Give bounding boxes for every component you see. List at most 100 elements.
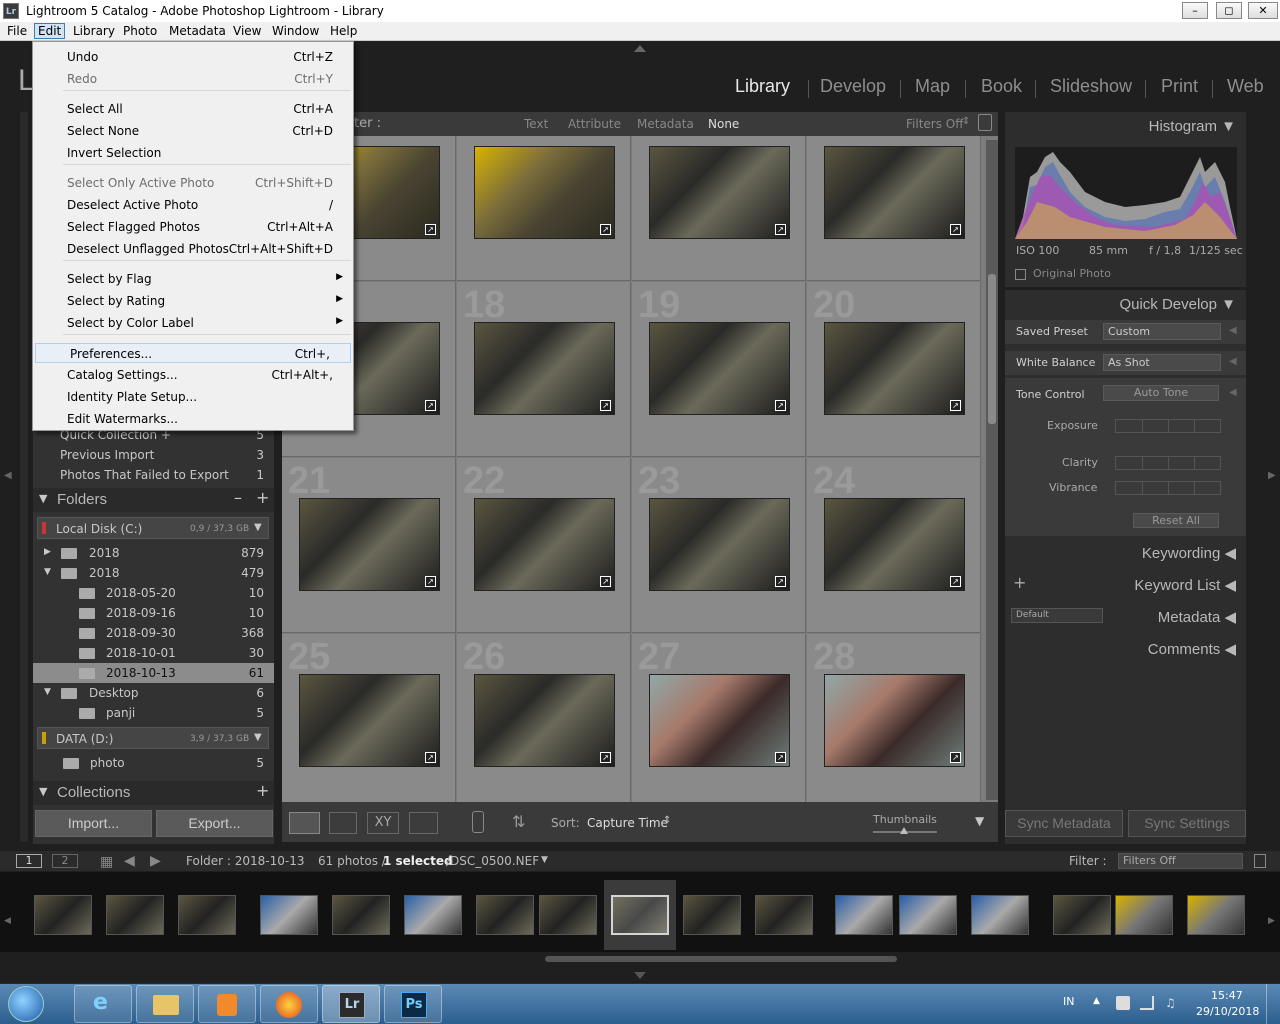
module-develop[interactable]: Develop (820, 76, 886, 97)
loupe-view-icon[interactable] (329, 812, 357, 834)
grid-view-icon[interactable] (289, 812, 320, 834)
photo-thumbnail[interactable]: ↗ (474, 146, 615, 239)
filmstrip-left-arrow-icon[interactable]: ◀ (4, 916, 11, 926)
filmstrip-filter-select[interactable]: Filters Off (1118, 853, 1243, 869)
export-button[interactable]: Export... (156, 810, 273, 837)
photo-thumbnail[interactable]: ↗ (474, 674, 615, 767)
menu-item-select-by-color-label[interactable]: Select by Color Label ▶ (33, 313, 353, 333)
grid-cell[interactable]: 27 ↗ (632, 634, 806, 809)
grid-cell[interactable]: ↗ (457, 136, 631, 281)
menu-item-redo[interactable]: Redo Ctrl+Y (33, 69, 353, 89)
menu-item-select-by-rating[interactable]: Select by Rating ▶ (33, 291, 353, 311)
painter-spray-icon[interactable] (472, 811, 484, 833)
menu-metadata[interactable]: Metadata (169, 24, 226, 38)
menu-item-deselect-active-photo[interactable]: Deselect Active Photo / (33, 195, 353, 215)
keywording-header[interactable]: Keywording ◀ (1142, 544, 1236, 562)
collapse-left-panel-icon[interactable]: ◀ (4, 470, 12, 481)
close-button[interactable]: ✕ (1248, 2, 1278, 19)
catalog-failed-export[interactable]: Photos That Failed to Export 1 (33, 465, 274, 485)
photo-thumbnail[interactable]: ↗ (299, 674, 440, 767)
menu-item-edit-watermarks[interactable]: Edit Watermarks... (33, 409, 353, 429)
white-balance-select[interactable]: As Shot (1103, 354, 1221, 371)
menu-item-deselect-unflagged-photos[interactable]: Deselect Unflagged Photos Ctrl+Alt+Shift+… (33, 239, 353, 259)
clock-date[interactable]: 29/10/2018 (1196, 1005, 1259, 1018)
filmstrip-thumbnail[interactable] (835, 895, 893, 935)
photo-thumbnail[interactable]: ↗ (649, 322, 790, 415)
filmstrip-thumbnail[interactable] (899, 895, 957, 935)
photo-thumbnail[interactable]: ↗ (649, 498, 790, 591)
exposure-stepper[interactable] (1115, 419, 1221, 433)
compare-view-icon[interactable]: XY (367, 812, 399, 834)
collections-header[interactable]: ▼ Collections + (33, 781, 274, 805)
disclosure-triangle-icon[interactable]: ▼ (44, 687, 51, 697)
grid-cell[interactable]: ↗ (632, 136, 806, 281)
menu-edit[interactable]: Edit (34, 23, 66, 39)
filmstrip-thumbnail[interactable] (178, 895, 236, 935)
folder-2018-10-01[interactable]: 2018-10-01 30 (33, 643, 274, 663)
folder-2018[interactable]: ▼ 2018 479 (33, 563, 274, 583)
folder-panji[interactable]: panji 5 (33, 703, 274, 723)
folder-2018-10-13[interactable]: 2018-10-13 61 (33, 663, 274, 683)
module-map[interactable]: Map (915, 76, 950, 97)
clarity-stepper[interactable] (1115, 456, 1221, 470)
primary-window-button[interactable]: 1 (16, 854, 42, 868)
filter-attribute-tab[interactable]: Attribute (568, 117, 621, 131)
photo-thumbnail[interactable]: ↗ (649, 146, 790, 239)
grid-cell[interactable]: 25 ↗ (282, 634, 456, 809)
photo-thumbnail[interactable]: ↗ (824, 146, 965, 239)
menu-item-select-only-active-photo[interactable]: Select Only Active Photo Ctrl+Shift+D (33, 173, 353, 193)
back-arrow-icon[interactable]: ◀ (124, 853, 135, 869)
action-center-icon[interactable] (1116, 996, 1130, 1010)
catalog-previous-import[interactable]: Previous Import 3 (33, 445, 274, 465)
source-folder-label[interactable]: Folder : 2018-10-13 (186, 854, 305, 868)
filmstrip-thumbnail[interactable] (476, 895, 534, 935)
menu-item-select-none[interactable]: Select None Ctrl+D (33, 121, 353, 141)
module-slideshow[interactable]: Slideshow (1050, 76, 1132, 97)
tray-expand-icon[interactable]: ▲ (1093, 996, 1100, 1006)
taskbar-ie-icon[interactable]: e (74, 985, 132, 1023)
folder-2018[interactable]: ▶ 2018 879 (33, 543, 274, 563)
grid-cell[interactable]: 18 ↗ (457, 282, 631, 457)
filmstrip-thumbnail[interactable] (34, 895, 92, 935)
collapse-top-panel-icon[interactable] (634, 45, 646, 52)
menu-item-select-all[interactable]: Select All Ctrl+A (33, 99, 353, 119)
photo-thumbnail[interactable]: ↗ (824, 322, 965, 415)
taskbar-lightroom-icon[interactable]: Lr (322, 985, 380, 1023)
photo-thumbnail[interactable]: ↗ (824, 674, 965, 767)
lock-icon[interactable] (978, 114, 992, 131)
menu-item-select-flagged-photos[interactable]: Select Flagged Photos Ctrl+Alt+A (33, 217, 353, 237)
menu-photo[interactable]: Photo (123, 24, 157, 38)
left-panel-scrollbar[interactable] (20, 112, 28, 842)
language-indicator[interactable]: IN (1063, 995, 1074, 1008)
filter-lock-icon[interactable] (1254, 854, 1266, 868)
survey-view-icon[interactable] (409, 812, 438, 834)
grid-cell[interactable]: 22 ↗ (457, 458, 631, 633)
folders-header[interactable]: ▼ Folders – + (33, 488, 274, 512)
metadata-header[interactable]: Metadata ◀ (1158, 608, 1236, 626)
add-folder-icon[interactable]: + (256, 488, 269, 507)
filter-text-tab[interactable]: Text (524, 117, 548, 131)
grid-cell[interactable]: 20 ↗ (807, 282, 981, 457)
filmstrip-thumbnail[interactable] (260, 895, 318, 935)
grid-cell[interactable]: 24 ↗ (807, 458, 981, 633)
filmstrip-right-arrow-icon[interactable]: ▶ (1268, 916, 1275, 926)
collapse-filmstrip-icon[interactable] (634, 972, 646, 979)
filter-metadata-tab[interactable]: Metadata (637, 117, 694, 131)
toolbar-options-icon[interactable]: ▼ (975, 814, 984, 828)
grid-cell[interactable]: 28 ↗ (807, 634, 981, 809)
photo-thumbnail[interactable]: ↗ (299, 498, 440, 591)
minimize-button[interactable]: – (1182, 2, 1208, 19)
network-icon[interactable] (1140, 996, 1154, 1010)
volume-icon[interactable]: ♫ (1165, 996, 1176, 1010)
photo-thumbnail[interactable]: ↗ (474, 322, 615, 415)
folder-2018-09-30[interactable]: 2018-09-30 368 (33, 623, 274, 643)
photo-thumbnail[interactable]: ↗ (649, 674, 790, 767)
filmstrip-thumbnail[interactable] (1187, 895, 1245, 935)
module-web[interactable]: Web (1227, 76, 1264, 97)
show-desktop-button[interactable] (1266, 984, 1280, 1024)
grid-cell[interactable]: 26 ↗ (457, 634, 631, 809)
filmstrip-thumbnail[interactable] (1053, 895, 1111, 935)
photo-thumbnail[interactable]: ↗ (824, 498, 965, 591)
filmstrip-thumbnail[interactable] (106, 895, 164, 935)
histogram-header[interactable]: Histogram ▼ (1149, 118, 1236, 135)
